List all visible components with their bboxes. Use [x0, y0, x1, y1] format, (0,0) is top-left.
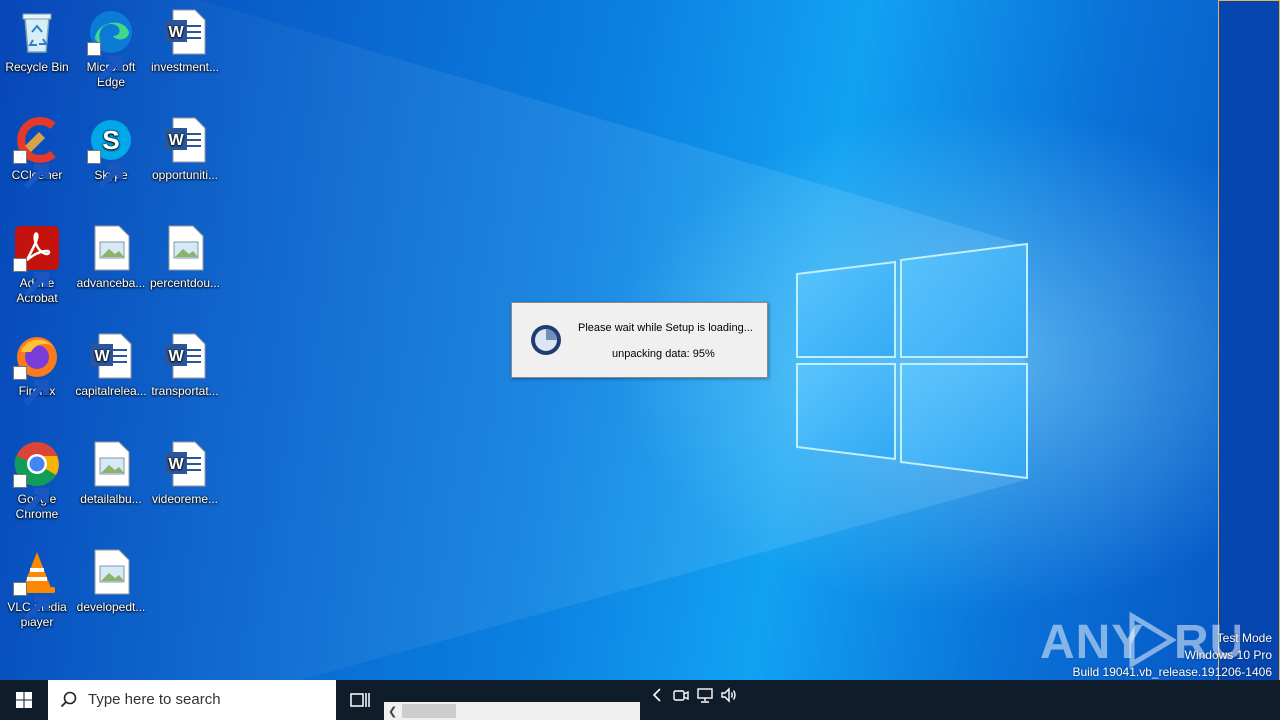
windows-start-icon: [16, 692, 32, 708]
desktop-icon-label: advanceba...: [76, 276, 146, 290]
desktop-icon-investment[interactable]: W investment...: [148, 8, 222, 75]
desktop-icon-opportuniti[interactable]: W opportuniti...: [148, 116, 222, 183]
word-doc-icon: W: [161, 8, 209, 56]
scroll-left-arrow-icon[interactable]: ❮: [388, 705, 397, 718]
word-doc-icon: W: [161, 440, 209, 488]
desktop-icon-videoreme[interactable]: W videoreme...: [148, 440, 222, 507]
image-file-icon: [87, 548, 135, 596]
shortcut-arrow-icon: [87, 150, 123, 190]
tray-network-button[interactable]: [696, 686, 714, 704]
desktop-icon-microsoft-edge[interactable]: Microsoft Edge: [74, 8, 148, 90]
ccleaner-icon: [13, 116, 61, 190]
desktop-icon-developedt[interactable]: developedt...: [74, 548, 148, 615]
vlc-icon: [13, 548, 61, 622]
desktop-icon-detailalbu[interactable]: detailalbu...: [74, 440, 148, 507]
watermark-edition: Windows 10 Pro: [1184, 648, 1272, 662]
acrobat-icon: [13, 224, 61, 298]
desktop-icon-label: Recycle Bin: [5, 60, 69, 74]
desktop-icon-percentdou[interactable]: percentdou...: [148, 224, 222, 291]
desktop-icon-label: developedt...: [76, 600, 146, 614]
chrome-icon: [13, 440, 61, 514]
desktop-icon-label: opportuniti...: [151, 168, 219, 182]
dialog-status: unpacking data: 95%: [612, 348, 715, 360]
word-doc-icon: W: [87, 332, 135, 380]
firefox-icon: [13, 332, 61, 406]
shortcut-arrow-icon: [13, 366, 49, 406]
image-file-icon: [87, 224, 135, 272]
dialog-message: Please wait while Setup is loading...: [578, 322, 753, 334]
network-icon: [697, 688, 713, 703]
chevron-left-icon: [652, 688, 661, 702]
watermark-build: Build 19041.vb_release.191206-1406: [1072, 665, 1273, 679]
search-icon: [60, 691, 77, 708]
desktop-icon-label: percentdou...: [149, 276, 221, 290]
desktop-icon-label: videoreme...: [151, 492, 219, 506]
desktop-icon-adobe-acrobat[interactable]: Adobe Acrobat: [0, 224, 74, 306]
desktop-icon-label: detailalbu...: [80, 492, 142, 506]
svg-text:W: W: [94, 348, 110, 365]
svg-text:W: W: [168, 24, 184, 41]
desktop-icon-vlc[interactable]: VLC media player: [0, 548, 74, 630]
word-doc-icon: W: [161, 116, 209, 164]
edge-icon: [87, 8, 135, 82]
desktop-icon-label: investment...: [150, 60, 220, 74]
taskbar: Type here to search: [0, 680, 1280, 720]
task-view-button[interactable]: [350, 690, 370, 710]
taskbar-search-box[interactable]: Type here to search: [48, 680, 336, 720]
desktop-icon-transportat[interactable]: W transportat...: [148, 332, 222, 399]
desktop-icon-ccleaner[interactable]: CCleaner: [0, 116, 74, 190]
horizontal-scrollbar[interactable]: ❮: [384, 702, 640, 720]
desktop-icon-advanceba[interactable]: advanceba...: [74, 224, 148, 291]
setup-loading-dialog: Please wait while Setup is loading... un…: [511, 302, 768, 378]
svg-text:W: W: [168, 348, 184, 365]
desktop-icon-skype[interactable]: S Skype: [74, 116, 148, 190]
tray-meet-now-button[interactable]: [672, 686, 690, 704]
image-file-icon: [161, 224, 209, 272]
svg-text:W: W: [168, 132, 184, 149]
desktop-icon-capitalrelea[interactable]: W capitalrelea...: [74, 332, 148, 399]
watermark-test-mode: Test Mode: [1216, 631, 1272, 645]
tray-volume-button[interactable]: [720, 686, 738, 704]
recycle-bin-icon: [13, 8, 61, 56]
skype-icon: S: [87, 116, 135, 190]
loading-spinner-icon: [529, 323, 563, 357]
camera-icon: [673, 690, 689, 701]
desktop-icon-firefox[interactable]: Firefox: [0, 332, 74, 406]
shortcut-arrow-icon: [87, 42, 123, 82]
windows-watermark: Test Mode Windows 10 Pro Build 19041.vb_…: [1073, 630, 1273, 681]
scrollbar-thumb[interactable]: [402, 704, 456, 718]
shortcut-arrow-icon: [13, 474, 49, 514]
volume-icon: [721, 687, 736, 703]
search-placeholder: Type here to search: [88, 691, 221, 708]
desktop-icon-label: transportat...: [151, 384, 219, 398]
svg-text:W: W: [168, 456, 184, 473]
desktop-icon-google-chrome[interactable]: Google Chrome: [0, 440, 74, 522]
desktop-icon-recycle-bin[interactable]: Recycle Bin: [0, 8, 74, 75]
image-file-icon: [87, 440, 135, 488]
start-button[interactable]: [0, 680, 48, 720]
desktop-icon-label: capitalrelea...: [75, 384, 147, 398]
tray-chevron-button[interactable]: [648, 686, 666, 704]
shortcut-arrow-icon: [13, 258, 49, 298]
shortcut-arrow-icon: [13, 582, 49, 622]
word-doc-icon: W: [161, 332, 209, 380]
shortcut-arrow-icon: [13, 150, 49, 190]
task-view-icon: [350, 693, 370, 707]
